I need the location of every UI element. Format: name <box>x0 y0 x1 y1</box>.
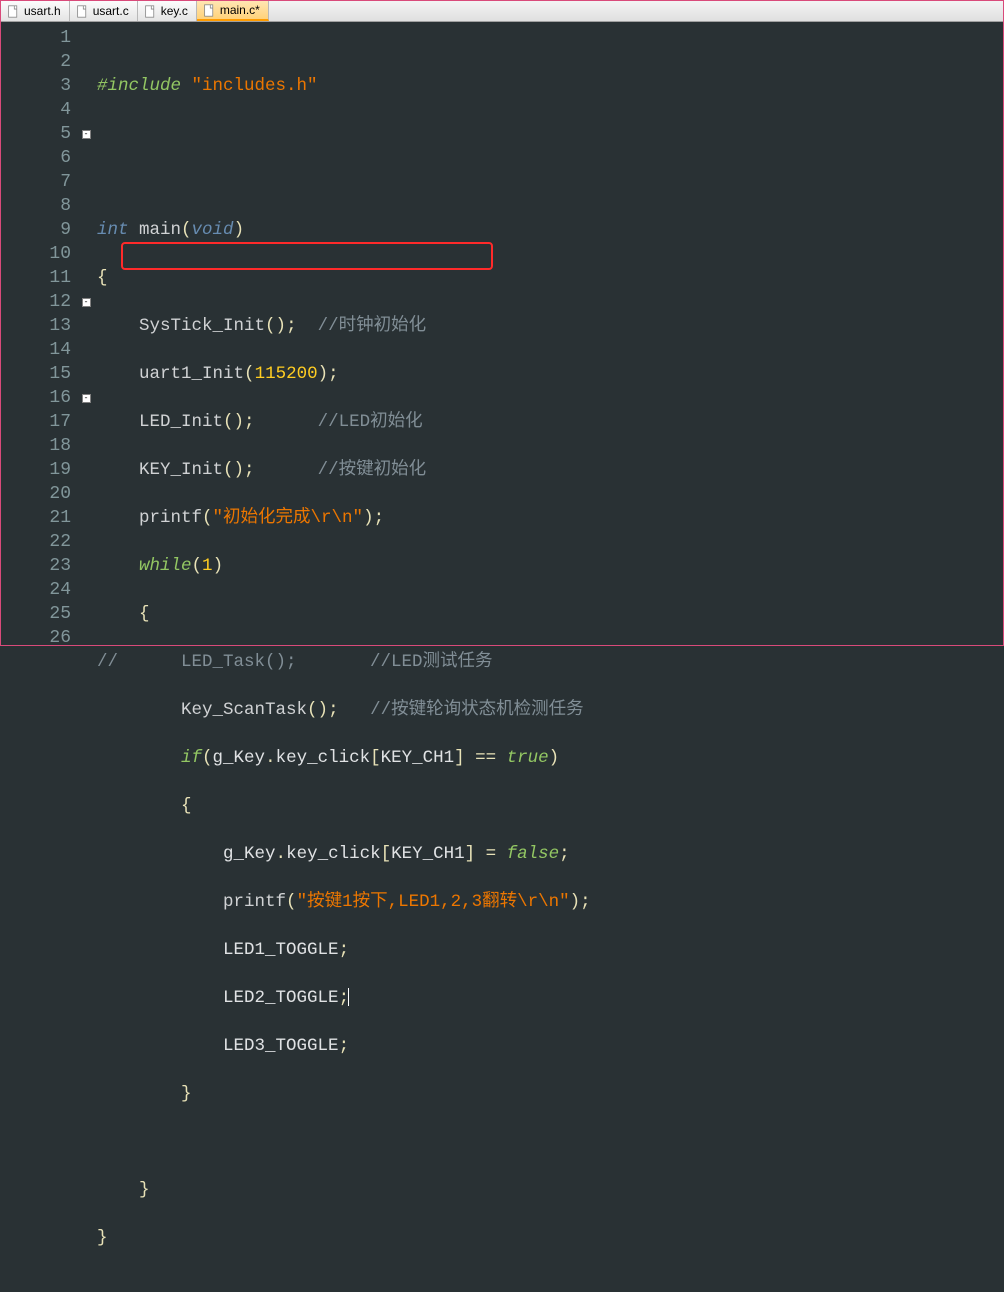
fold-slot <box>79 74 93 98</box>
fold-slot <box>79 146 93 170</box>
line-number: 9 <box>1 218 71 242</box>
fold-toggle-icon[interactable]: - <box>82 298 91 307</box>
fold-slot <box>79 410 93 434</box>
line-number: 8 <box>1 194 71 218</box>
line-number: 26 <box>1 626 71 650</box>
fold-column: - - - <box>79 22 93 645</box>
line-number: 12 <box>1 290 71 314</box>
fold-slot <box>79 626 93 650</box>
line-number: 24 <box>1 578 71 602</box>
line-number: 1 <box>1 26 71 50</box>
file-icon <box>144 5 157 18</box>
line-number: 2 <box>1 50 71 74</box>
line-number: 11 <box>1 266 71 290</box>
code-area[interactable]: #include "includes.h" int main(void) { S… <box>93 22 1003 645</box>
fold-slot <box>79 578 93 602</box>
tab-label: usart.c <box>93 4 129 18</box>
fold-slot <box>79 338 93 362</box>
line-number: 14 <box>1 338 71 362</box>
fold-slot <box>79 218 93 242</box>
fold-slot <box>79 554 93 578</box>
fold-slot <box>79 50 93 74</box>
line-number: 15 <box>1 362 71 386</box>
fold-slot <box>79 26 93 50</box>
line-number: 17 <box>1 410 71 434</box>
fold-slot <box>79 314 93 338</box>
line-number: 23 <box>1 554 71 578</box>
tab-usart-c[interactable]: usart.c <box>70 1 138 21</box>
line-number: 25 <box>1 602 71 626</box>
file-icon <box>7 5 20 18</box>
line-number: 16 <box>1 386 71 410</box>
fold-slot <box>79 482 93 506</box>
line-number: 13 <box>1 314 71 338</box>
fold-slot: - <box>79 122 93 146</box>
line-number: 18 <box>1 434 71 458</box>
fold-slot <box>79 530 93 554</box>
fold-slot <box>79 434 93 458</box>
line-number: 20 <box>1 482 71 506</box>
fold-slot: - <box>79 386 93 410</box>
line-number: 10 <box>1 242 71 266</box>
line-number: 5 <box>1 122 71 146</box>
fold-slot <box>79 98 93 122</box>
file-icon <box>203 4 216 17</box>
line-number: 7 <box>1 170 71 194</box>
line-number: 4 <box>1 98 71 122</box>
fold-slot <box>79 266 93 290</box>
line-number: 19 <box>1 458 71 482</box>
fold-slot <box>79 242 93 266</box>
tab-label: usart.h <box>24 4 61 18</box>
fold-slot <box>79 362 93 386</box>
line-number: 22 <box>1 530 71 554</box>
fold-slot: - <box>79 290 93 314</box>
fold-slot <box>79 458 93 482</box>
fold-slot <box>79 194 93 218</box>
tab-label: main.c* <box>220 3 260 17</box>
fold-toggle-icon[interactable]: - <box>82 130 91 139</box>
fold-slot <box>79 602 93 626</box>
line-number: 3 <box>1 74 71 98</box>
file-icon <box>76 5 89 18</box>
line-number: 21 <box>1 506 71 530</box>
text-caret <box>348 988 349 1006</box>
line-number-gutter: 1234567891011121314151617181920212223242… <box>1 22 79 645</box>
tab-main-c[interactable]: main.c* <box>197 1 269 21</box>
tab-label: key.c <box>161 4 188 18</box>
tab-usart-h[interactable]: usart.h <box>1 1 70 21</box>
tab-bar: usart.h usart.c key.c main.c* <box>1 0 1003 22</box>
fold-slot <box>79 506 93 530</box>
fold-slot <box>79 170 93 194</box>
tab-key-c[interactable]: key.c <box>138 1 197 21</box>
line-number: 6 <box>1 146 71 170</box>
fold-toggle-icon[interactable]: - <box>82 394 91 403</box>
code-editor[interactable]: 1234567891011121314151617181920212223242… <box>1 22 1003 645</box>
